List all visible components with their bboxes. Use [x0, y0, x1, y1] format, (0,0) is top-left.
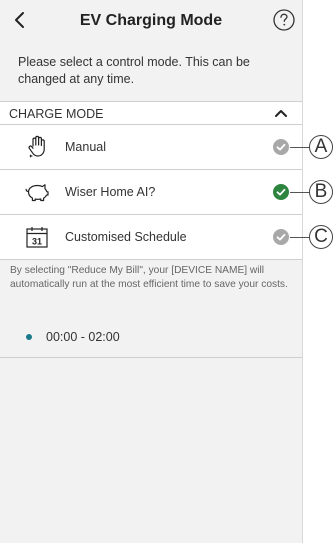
section-label: CHARGE MODE — [9, 107, 104, 121]
check-circle-icon — [273, 139, 289, 155]
app-screen: EV Charging Mode Please select a control… — [0, 0, 303, 543]
mode-option-manual[interactable]: Manual — [0, 125, 302, 170]
mode-label: Manual — [65, 140, 106, 154]
hand-icon — [28, 135, 45, 158]
piggy-bank-icon — [25, 184, 49, 202]
callout-line-b — [290, 192, 310, 193]
header-bar: EV Charging Mode — [0, 0, 302, 40]
intro-text: Please select a control mode. This can b… — [18, 55, 250, 86]
help-button[interactable] — [272, 8, 296, 32]
page-title: EV Charging Mode — [79, 12, 223, 29]
callout-b: B — [309, 180, 333, 204]
question-circle-icon — [273, 9, 295, 31]
mode-option-customised-schedule[interactable]: 31 Customised Schedule — [0, 215, 302, 260]
mode-label: Customised Schedule — [65, 230, 187, 244]
callout-a: A — [309, 135, 333, 159]
charge-mode-section-header[interactable]: CHARGE MODE — [0, 101, 302, 125]
mode-description: By selecting "Reduce My Bill", your [DEV… — [10, 265, 288, 290]
calendar-day: 31 — [32, 237, 42, 247]
time-slot-label: 00:00 - 02:00 — [46, 330, 120, 344]
mode-option-wiser-home-ai[interactable]: Wiser Home AI? — [0, 170, 302, 215]
time-slot-dot — [26, 334, 32, 340]
check-circle-icon — [273, 229, 289, 245]
check-circle-selected-icon — [273, 184, 289, 200]
callout-c: C — [309, 225, 333, 249]
mode-label: Wiser Home AI? — [65, 185, 156, 199]
time-slot-item: 00:00 - 02:00 — [26, 330, 120, 344]
divider — [0, 357, 302, 358]
callout-line-a — [290, 147, 310, 148]
callout-line-c — [290, 237, 310, 238]
calendar-icon: 31 — [26, 227, 48, 248]
chevron-up-icon — [275, 110, 287, 117]
